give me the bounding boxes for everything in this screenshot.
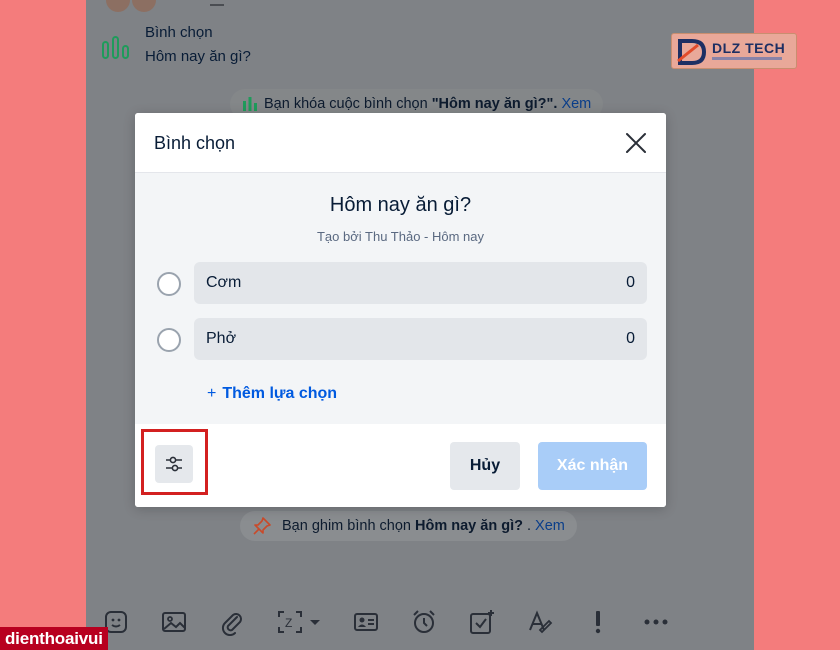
previous-message-strip	[86, 0, 754, 14]
plus-icon: +	[207, 385, 217, 402]
highlight-annotation	[141, 429, 208, 495]
brand-logo: DLZ TECH	[671, 33, 797, 69]
option-label: Phở	[206, 330, 237, 347]
pin-notice-text: Bạn ghim bình chọn	[282, 518, 411, 534]
add-option-label: Thêm lựa chọn	[222, 385, 338, 402]
poll-message[interactable]: Bình chọn Hôm nay ăn gì?	[86, 14, 754, 78]
attachment-icon[interactable]	[218, 608, 246, 637]
poll-option[interactable]: Phở 0	[157, 318, 647, 360]
view-link[interactable]: Xem	[535, 518, 565, 534]
dialog-header: Bình chọn	[135, 113, 666, 173]
divider	[210, 4, 224, 6]
avatar	[130, 0, 158, 14]
dialog-title: Bình chọn	[154, 133, 236, 153]
pin-notice: Bạn ghim bình chọn Hôm nay ăn gì? . Xem	[240, 511, 577, 541]
watermark: dienthoaivui	[0, 627, 108, 650]
option-radio[interactable]	[157, 328, 181, 352]
option-radio[interactable]	[157, 272, 181, 296]
screenshot-icon[interactable]: Z	[276, 608, 304, 636]
task-icon[interactable]	[468, 608, 496, 636]
close-icon	[626, 133, 646, 153]
logo-tagline	[712, 57, 782, 60]
option-bar[interactable]: Cơm 0	[194, 262, 647, 304]
poll-chart-icon	[102, 36, 129, 59]
poll-option[interactable]: Cơm 0	[157, 262, 647, 304]
poll-message-question: Hôm nay ăn gì?	[145, 48, 251, 65]
poll-dialog: Bình chọn Hôm nay ăn gì? Tạo bởi Thu Thả…	[135, 113, 666, 507]
contact-card-icon[interactable]	[352, 608, 380, 636]
option-label: Cơm	[206, 274, 242, 291]
poll-creator-info: Tạo bởi Thu Thảo - Hôm nay	[316, 229, 484, 244]
close-button[interactable]	[620, 127, 652, 159]
poll-chart-icon	[243, 97, 257, 111]
chevron-down-icon[interactable]	[308, 608, 322, 636]
text-format-icon[interactable]	[526, 608, 554, 636]
pin-notice-poll-name: Hôm nay ăn gì?	[415, 518, 523, 534]
pin-icon	[253, 517, 271, 535]
image-icon[interactable]	[160, 608, 188, 636]
avatar	[104, 0, 132, 14]
lock-notice-poll-name: "Hôm nay ăn gì?".	[431, 96, 558, 112]
svg-text:Z: Z	[285, 616, 292, 630]
reminder-icon[interactable]	[410, 608, 438, 636]
confirm-button[interactable]: Xác nhận	[538, 442, 647, 490]
option-vote-count: 0	[626, 330, 635, 347]
more-icon[interactable]	[642, 608, 670, 636]
chat-toolbar: Z	[86, 592, 754, 650]
poll-message-title: Bình chọn	[145, 24, 213, 41]
logo-brand-text: DLZ TECH	[712, 40, 786, 56]
cancel-button[interactable]: Hủy	[450, 442, 520, 490]
pin-notice-dot: .	[527, 518, 532, 534]
logo-mark-icon	[677, 39, 707, 65]
urgent-icon[interactable]	[584, 608, 612, 636]
dialog-footer: Hủy Xác nhận	[135, 424, 666, 507]
option-vote-count: 0	[626, 274, 635, 291]
option-bar[interactable]: Phở 0	[194, 318, 647, 360]
add-option-button[interactable]: + Thêm lựa chọn	[207, 385, 337, 403]
view-link[interactable]: Xem	[561, 96, 591, 112]
poll-question: Hôm nay ăn gì?	[329, 194, 472, 216]
lock-notice-text: Bạn khóa cuộc bình chọn	[264, 96, 428, 112]
dialog-body: Hôm nay ăn gì? Tạo bởi Thu Thảo - Hôm na…	[135, 173, 666, 424]
